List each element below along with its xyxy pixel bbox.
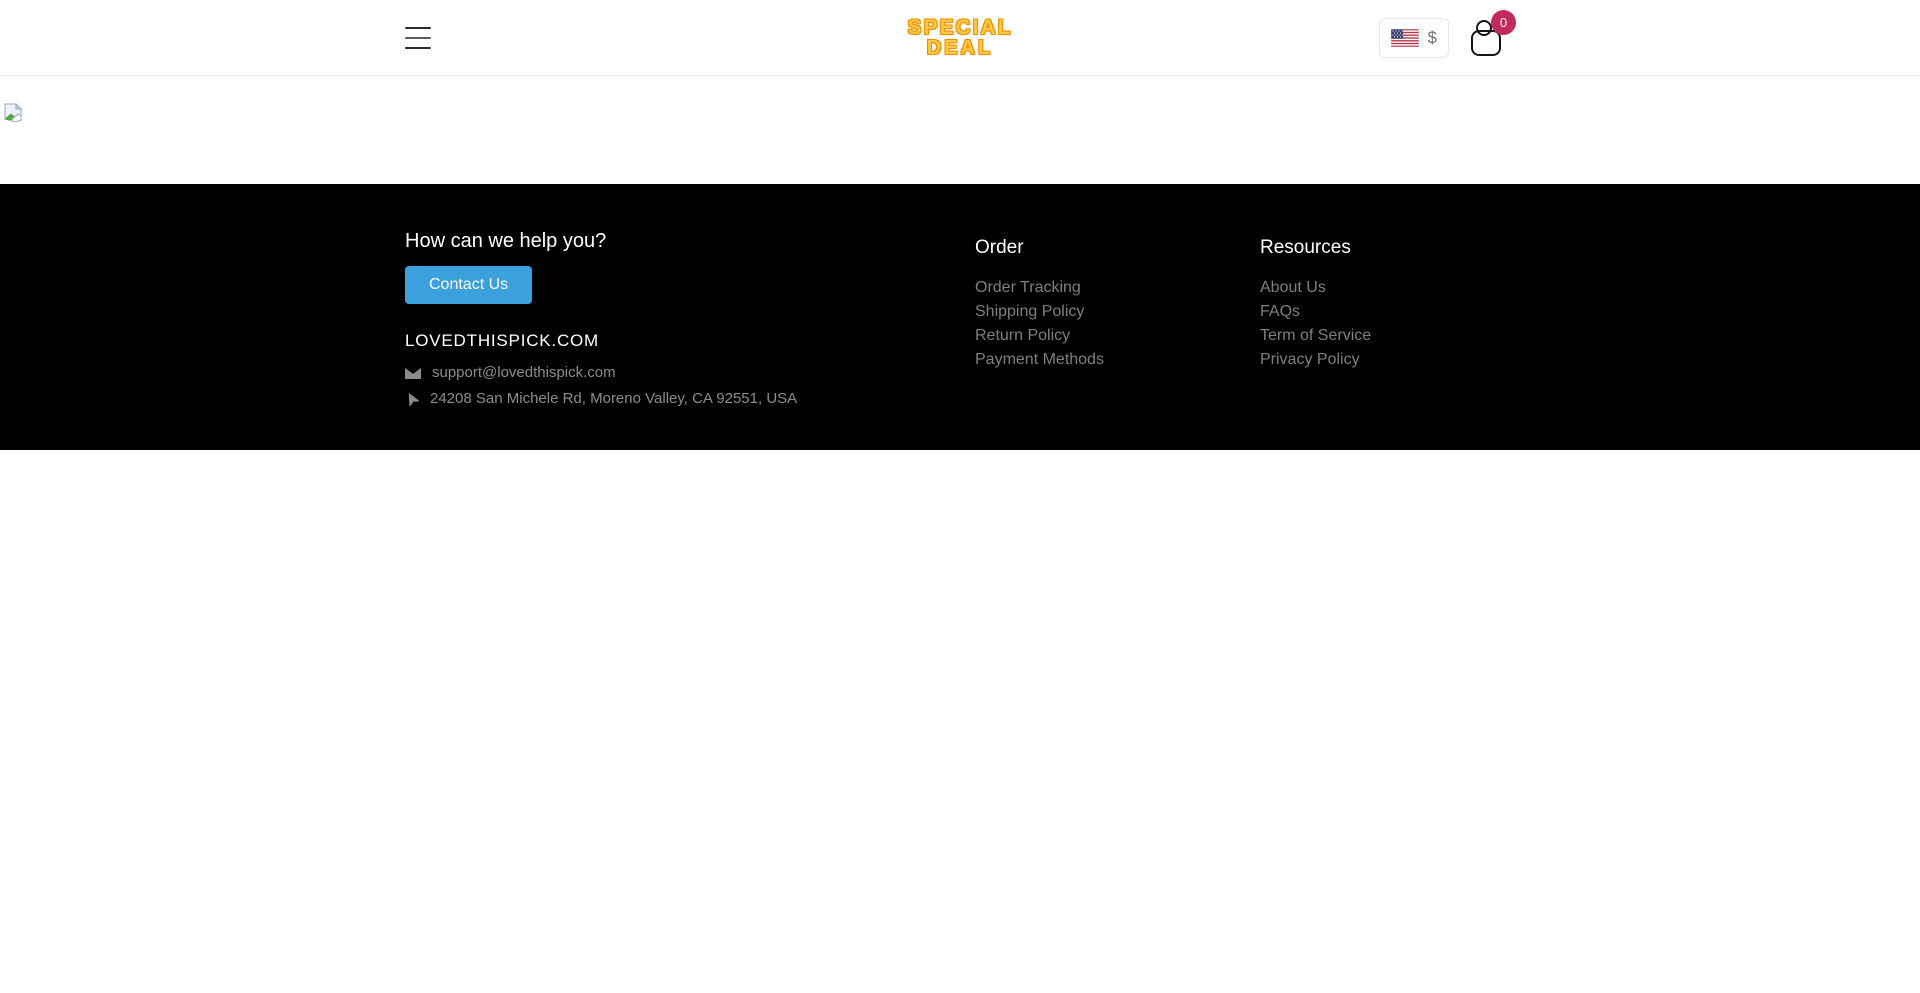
us-flag-icon [1391, 29, 1419, 47]
logo-line1: SPECIAL [907, 18, 1012, 38]
cart-button[interactable]: 0 [1469, 19, 1503, 57]
location-arrow-icon [405, 392, 419, 406]
footer-email-row: support@lovedthispick.com [405, 364, 975, 381]
currency-symbol: $ [1428, 28, 1437, 48]
broken-image-icon [4, 103, 22, 127]
footer-email-link[interactable]: support@lovedthispick.com [432, 364, 616, 381]
footer-column-order: Order Order Tracking Shipping Policy Ret… [975, 230, 1260, 407]
envelope-icon [405, 367, 421, 379]
currency-selector[interactable]: $ [1379, 18, 1449, 58]
main-content [0, 76, 1920, 184]
cart-count-badge: 0 [1491, 10, 1516, 35]
footer-help-section: How can we help you? Contact Us LOVEDTHI… [405, 230, 975, 407]
footer-link-faqs[interactable]: FAQs [1260, 304, 1515, 320]
menu-hamburger-icon[interactable] [405, 26, 431, 50]
footer-link-payment-methods[interactable]: Payment Methods [975, 352, 1260, 368]
help-heading: How can we help you? [405, 230, 975, 253]
footer-address-row: 24208 San Michele Rd, Moreno Valley, CA … [405, 390, 975, 407]
contact-us-button[interactable]: Contact Us [405, 266, 532, 304]
footer-column-title: Resources [1260, 237, 1515, 259]
footer-link-term-of-service[interactable]: Term of Service [1260, 328, 1515, 344]
footer-link-privacy-policy[interactable]: Privacy Policy [1260, 352, 1515, 368]
site-logo[interactable]: SPECIAL DEAL [907, 18, 1012, 58]
site-header: SPECIAL DEAL [0, 0, 1920, 76]
footer-column-resources: Resources About Us FAQs Term of Service … [1260, 230, 1515, 407]
footer-link-about-us[interactable]: About Us [1260, 280, 1515, 296]
footer-link-shipping-policy[interactable]: Shipping Policy [975, 304, 1260, 320]
footer-column-title: Order [975, 237, 1260, 259]
footer-link-return-policy[interactable]: Return Policy [975, 328, 1260, 344]
footer-address-text: 24208 San Michele Rd, Moreno Valley, CA … [430, 390, 797, 407]
logo-line2: DEAL [907, 38, 1012, 58]
site-footer: How can we help you? Contact Us LOVEDTHI… [0, 184, 1920, 450]
footer-link-order-tracking[interactable]: Order Tracking [975, 280, 1260, 296]
footer-brand: LOVEDTHISPICK.COM [405, 331, 975, 351]
